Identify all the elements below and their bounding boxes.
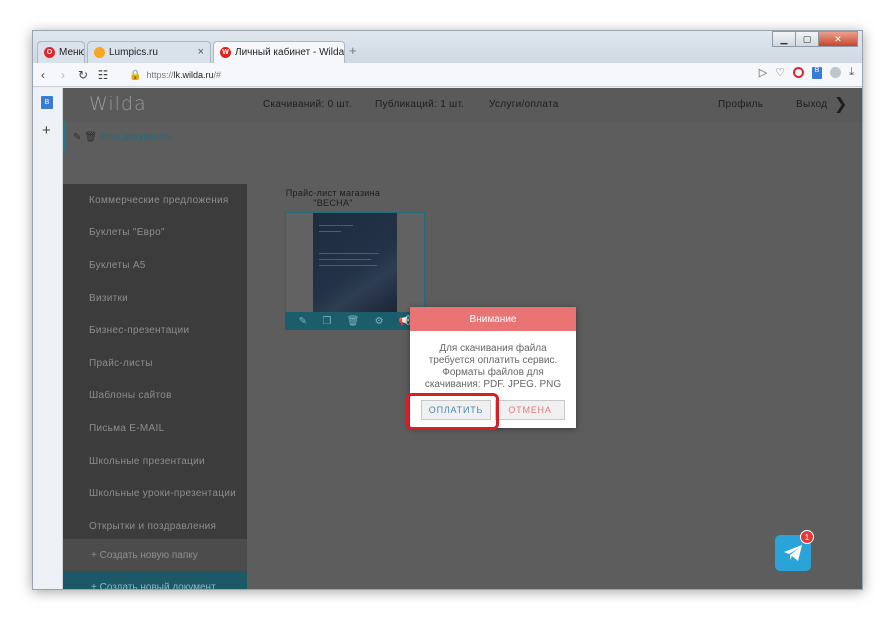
url-host: lk.wilda.ru: [173, 70, 214, 80]
tab-wilda[interactable]: W Личный кабинет - Wilda: [213, 41, 345, 63]
wilda-icon: W: [220, 47, 231, 58]
url-scheme: https://: [146, 70, 174, 80]
category-item[interactable]: Школьные презентации: [63, 445, 247, 478]
reload-icon[interactable]: ↻: [73, 68, 93, 82]
lock-icon: 🔒: [129, 69, 142, 81]
send-icon[interactable]: ▷: [759, 66, 767, 79]
category-item[interactable]: Бизнес-презентации: [63, 314, 247, 347]
maximize-icon[interactable]: ▢: [795, 31, 819, 47]
new-tab-button[interactable]: +: [349, 43, 357, 58]
dialog-buttons: ОПЛАТИТЬ ОТМЕНА: [410, 400, 576, 420]
publications-counter[interactable]: Публикаций: 1 шт.: [375, 99, 464, 110]
copy-icon[interactable]: ❐: [322, 316, 331, 327]
vk-extension-icon[interactable]: B: [812, 66, 823, 79]
tab-opera-menu[interactable]: O Меню: [37, 41, 85, 63]
opera-icon: O: [44, 47, 55, 58]
site-header: Wilda Скачиваний: 0 шт. Публикаций: 1 шт…: [63, 88, 862, 122]
chevron-right-icon[interactable]: ❯: [834, 94, 847, 114]
back-icon[interactable]: ‹: [33, 68, 53, 82]
category-item[interactable]: Письма E-MAIL: [63, 412, 247, 445]
url-path: /#: [213, 70, 221, 80]
document-title-line: "ВЕСНА": [313, 198, 353, 208]
category-item[interactable]: Буклеты А5: [63, 249, 247, 282]
pencil-icon[interactable]: ✎: [73, 132, 81, 143]
trash-icon[interactable]: 🗑: [347, 316, 360, 327]
tab-strip: O Меню Lumpics.ru × W Личный кабинет - W…: [33, 31, 862, 63]
payment-required-dialog: Внимание Для скачивания файла требуется …: [410, 307, 576, 428]
create-folder-button[interactable]: + Создать новую папку: [63, 539, 247, 571]
cancel-button[interactable]: ОТМЕНА: [495, 400, 565, 420]
category-item[interactable]: Шаблоны сайтов: [63, 380, 247, 413]
nav-profile[interactable]: Профиль: [718, 99, 763, 110]
my-documents-header[interactable]: ✎ 🗑 Мои документы: [63, 122, 247, 152]
document-title-line: Прайс-лист магазина: [285, 188, 381, 198]
category-item[interactable]: Открытки и поздравления: [63, 510, 247, 543]
dialog-title: Внимание: [410, 307, 576, 331]
heart-icon[interactable]: ♡: [775, 66, 785, 79]
category-item[interactable]: Буклеты "Евро": [63, 217, 247, 250]
create-document-button[interactable]: + Создать новый документ: [63, 571, 247, 589]
edit-icon[interactable]: ✎: [299, 316, 307, 327]
close-icon[interactable]: ✕: [818, 31, 858, 47]
document-card[interactable]: [285, 212, 425, 328]
category-list: Коммерческие предложения Буклеты "Евро" …: [63, 184, 247, 543]
tab-lumpics[interactable]: Lumpics.ru ×: [87, 41, 211, 63]
browser-window: O Меню Lumpics.ru × W Личный кабинет - W…: [32, 30, 863, 590]
url-input[interactable]: 🔒 https:// lk.wilda.ru /#: [129, 66, 749, 84]
window-controls: ▁ ▢ ✕: [772, 31, 858, 47]
vk-sidebar-icon[interactable]: B: [41, 96, 53, 109]
settings-icon[interactable]: ⚙: [375, 316, 384, 327]
lumpics-icon: [94, 47, 105, 58]
vpn-globe-icon[interactable]: [830, 67, 842, 78]
page-viewport: Wilda Скачиваний: 0 шт. Публикаций: 1 шт…: [63, 88, 862, 589]
tab-label: Личный кабинет - Wilda: [235, 47, 345, 58]
category-item[interactable]: Школьные уроки-презентации: [63, 477, 247, 510]
opera-icon[interactable]: [793, 67, 805, 78]
trash-icon[interactable]: 🗑: [84, 132, 97, 143]
grid-icon[interactable]: ☷: [93, 68, 113, 82]
tab-close-icon[interactable]: ×: [198, 46, 204, 58]
minimize-icon[interactable]: ▁: [772, 31, 796, 47]
wilda-logo[interactable]: Wilda: [89, 93, 147, 115]
document-title: Прайс-лист магазина "ВЕСНА": [263, 188, 403, 208]
nav-exit[interactable]: Выход: [796, 99, 827, 110]
document-thumbnail[interactable]: [313, 213, 397, 313]
tab-label: Меню: [59, 47, 85, 58]
my-documents-label: Мои документы: [100, 131, 173, 143]
pay-button[interactable]: ОПЛАТИТЬ: [421, 400, 491, 420]
downloads-counter[interactable]: Скачиваний: 0 шт.: [263, 99, 352, 110]
category-item[interactable]: Прайс-листы: [63, 347, 247, 380]
forward-icon[interactable]: ›: [53, 68, 73, 82]
nav-services[interactable]: Услуги/оплата: [489, 99, 559, 110]
category-item[interactable]: Визитки: [63, 282, 247, 315]
telegram-plane-icon: [784, 545, 802, 561]
add-panel-icon[interactable]: +: [42, 122, 51, 139]
notification-badge: 1: [800, 530, 814, 544]
dialog-message: Для скачивания файла требуется оплатить …: [424, 343, 562, 387]
tab-label: Lumpics.ru: [109, 47, 158, 58]
toolbar-right: ▷ ♡ B ⤓: [759, 66, 854, 79]
address-bar: ‹ › ↻ ☷ 🔒 https:// lk.wilda.ru /# ▷ ♡ B …: [33, 63, 862, 87]
document-toolbar: ✎ ❐ 🗑 ⚙ 📢: [285, 312, 425, 330]
category-item[interactable]: Коммерческие предложения: [63, 184, 247, 217]
browser-sidebar: B +: [33, 88, 63, 589]
download-icon[interactable]: ⤓: [849, 66, 854, 79]
